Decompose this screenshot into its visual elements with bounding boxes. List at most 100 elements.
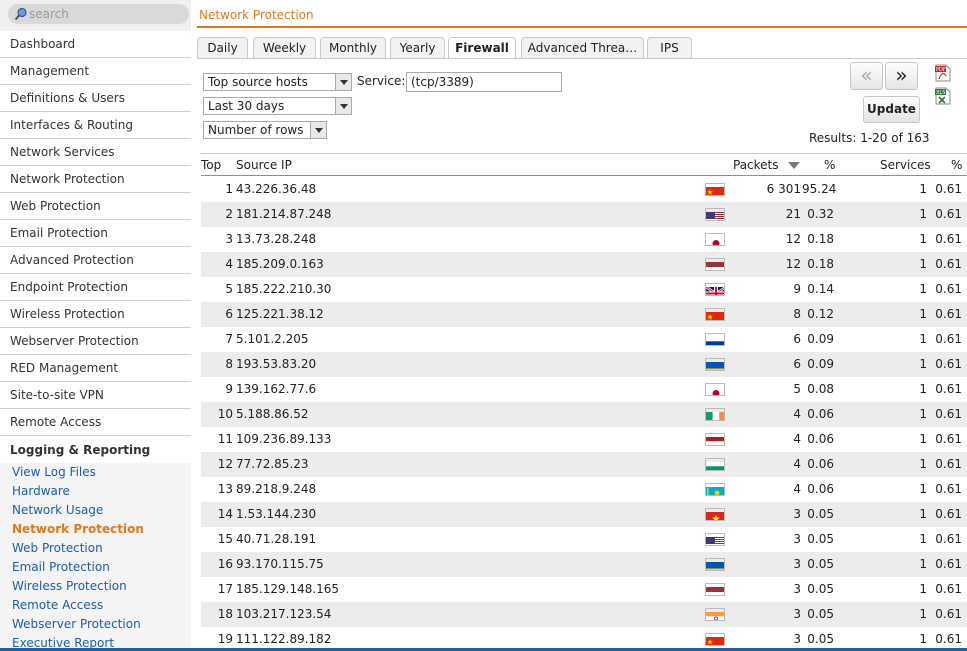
services-cell: 1 [919, 432, 927, 446]
table-row[interactable]: 1 43.226.36.48 6 301 95.24 1 0.61 [201, 177, 967, 202]
search-input[interactable]: search [8, 4, 189, 24]
source-ip-cell[interactable]: 13.73.28.248 [236, 227, 316, 252]
nav-item-web-protection[interactable]: Web Protection [0, 193, 191, 220]
table-row[interactable]: 3 13.73.28.248 12 0.18 1 0.61 [201, 227, 967, 252]
col-services[interactable]: Services [880, 158, 931, 172]
table-row[interactable]: 6 125.221.38.12 8 0.12 1 0.61 [201, 302, 967, 327]
submenu-item-network-protection[interactable]: Network Protection [0, 520, 191, 539]
source-ip-cell[interactable]: 5.188.86.52 [236, 402, 309, 427]
table-row[interactable]: 12 77.72.85.23 4 0.06 1 0.61 [201, 452, 967, 477]
nav-item-endpoint-protection[interactable]: Endpoint Protection [0, 274, 191, 301]
table-row[interactable]: 5 185.222.210.30 9 0.14 1 0.61 [201, 277, 967, 302]
source-ip-cell[interactable]: 193.53.83.20 [236, 352, 316, 377]
nav-item-red-management[interactable]: RED Management [0, 355, 191, 382]
source-ip-cell[interactable]: 43.226.36.48 [236, 177, 316, 202]
packets-cell: 8 [793, 307, 801, 321]
source-ip-cell[interactable]: 125.221.38.12 [236, 302, 324, 327]
nav-item-advanced-protection[interactable]: Advanced Protection [0, 247, 191, 274]
tab-divider [197, 58, 967, 59]
source-ip-cell[interactable]: 139.162.77.6 [236, 377, 316, 402]
submenu-item-webserver-protection[interactable]: Webserver Protection [0, 615, 191, 634]
packets-cell: 5 [793, 382, 801, 396]
nav-item-wireless-protection[interactable]: Wireless Protection [0, 301, 191, 328]
table-row[interactable]: 16 93.170.115.75 3 0.05 1 0.61 [201, 552, 967, 577]
nav-item-dashboard[interactable]: Dashboard [0, 31, 191, 58]
table-row[interactable]: 4 185.209.0.163 12 0.18 1 0.61 [201, 252, 967, 277]
submenu-item-hardware[interactable]: Hardware [0, 482, 191, 501]
nav-item-webserver-protection[interactable]: Webserver Protection [0, 328, 191, 355]
next-page-button[interactable]: » [885, 62, 918, 90]
time-range-value: Last 30 days [208, 99, 285, 113]
search-placeholder: search [29, 7, 69, 21]
table-row[interactable]: 9 139.162.77.6 5 0.08 1 0.61 [201, 377, 967, 402]
submenu-item-view-log-files[interactable]: View Log Files [0, 463, 191, 482]
report-select[interactable]: Top source hosts [203, 73, 352, 91]
nav-item-interfaces-and-routing[interactable]: Interfaces & Routing [0, 112, 191, 139]
packets-pct-cell: 0.09 [807, 357, 834, 371]
source-ip-cell[interactable]: 185.222.210.30 [236, 277, 331, 302]
col-source-ip[interactable]: Source IP [236, 158, 292, 172]
source-ip-cell[interactable]: 181.214.87.248 [236, 202, 331, 227]
tab-advanced-threa[interactable]: Advanced Threa… [521, 37, 644, 59]
source-ip-cell[interactable]: 89.218.9.248 [236, 477, 316, 502]
packets-pct-cell: 0.14 [807, 282, 834, 296]
source-ip-cell[interactable]: 93.170.115.75 [236, 552, 324, 577]
col-packets[interactable]: Packets [733, 158, 779, 172]
tab-ips[interactable]: IPS [647, 37, 692, 59]
submenu-item-email-protection[interactable]: Email Protection [0, 558, 191, 577]
tab-yearly[interactable]: Yearly [390, 37, 445, 59]
nav-item-remote-access[interactable]: Remote Access [0, 409, 191, 436]
search-icon [14, 7, 27, 21]
pdf-icon[interactable]: PDF [935, 64, 951, 82]
source-ip-cell[interactable]: 77.72.85.23 [236, 452, 309, 477]
submenu-item-wireless-protection[interactable]: Wireless Protection [0, 577, 191, 596]
table-row[interactable]: 2 181.214.87.248 21 0.32 1 0.61 [201, 202, 967, 227]
table-row[interactable]: 7 5.101.2.205 6 0.09 1 0.61 [201, 327, 967, 352]
service-input[interactable]: (tcp/3389) [406, 72, 562, 92]
nav-item-network-services[interactable]: Network Services [0, 139, 191, 166]
source-ip-cell[interactable]: 5.101.2.205 [236, 327, 309, 352]
nav-item-site-to-site-vpn[interactable]: Site-to-site VPN [0, 382, 191, 409]
tab-daily[interactable]: Daily [197, 37, 248, 59]
table-row[interactable]: 18 103.217.123.54 3 0.05 1 0.61 [201, 602, 967, 627]
service-label: Service: [357, 74, 406, 88]
packets-pct-cell: 0.12 [807, 307, 834, 321]
tab-firewall[interactable]: Firewall [448, 37, 516, 59]
chevron-down-icon [310, 122, 326, 138]
nav-item-management[interactable]: Management [0, 58, 191, 85]
services-cell: 1 [919, 582, 927, 596]
source-ip-cell[interactable]: 103.217.123.54 [236, 602, 331, 627]
table-row[interactable]: 15 40.71.28.191 3 0.05 1 0.61 [201, 527, 967, 552]
source-ip-cell[interactable]: 109.236.89.133 [236, 427, 331, 452]
tab-monthly[interactable]: Monthly [320, 37, 386, 59]
source-ip-cell[interactable]: 185.209.0.163 [236, 252, 324, 277]
source-ip-cell[interactable]: 1.53.144.230 [236, 502, 316, 527]
services-pct-cell: 0.61 [935, 507, 962, 521]
nav-section-logging-reporting[interactable]: Logging & Reporting [0, 436, 191, 463]
source-ip-cell[interactable]: 40.71.28.191 [236, 527, 316, 552]
nav-item-definitions-and-users[interactable]: Definitions & Users [0, 85, 191, 112]
prev-page-button[interactable]: « [850, 62, 883, 90]
time-range-select[interactable]: Last 30 days [203, 97, 352, 115]
col-packets-pct[interactable]: % [824, 158, 835, 172]
col-top[interactable]: Top [201, 158, 221, 172]
col-services-pct[interactable]: % [951, 158, 962, 172]
nav-item-network-protection[interactable]: Network Protection [0, 166, 191, 193]
table-row[interactable]: 11 109.236.89.133 4 0.06 1 0.61 [201, 427, 967, 452]
xls-icon[interactable]: XLS [935, 87, 951, 105]
submenu-item-remote-access[interactable]: Remote Access [0, 596, 191, 615]
table-row[interactable]: 14 1.53.144.230 3 0.05 1 0.61 [201, 502, 967, 527]
source-ip-cell[interactable]: 185.129.148.165 [236, 577, 339, 602]
tab-weekly[interactable]: Weekly [253, 37, 316, 59]
update-button[interactable]: Update [863, 96, 920, 123]
table-row[interactable]: 8 193.53.83.20 6 0.09 1 0.61 [201, 352, 967, 377]
nav-item-email-protection[interactable]: Email Protection [0, 220, 191, 247]
packets-cell: 3 [793, 607, 801, 621]
table-row[interactable]: 17 185.129.148.165 3 0.05 1 0.61 [201, 577, 967, 602]
table-row[interactable]: 10 5.188.86.52 4 0.06 1 0.61 [201, 402, 967, 427]
rows-select[interactable]: Number of rows [203, 121, 327, 139]
table-row[interactable]: 13 89.218.9.248 4 0.06 1 0.61 [201, 477, 967, 502]
submenu-item-web-protection[interactable]: Web Protection [0, 539, 191, 558]
services-pct-cell: 0.61 [935, 557, 962, 571]
submenu-item-network-usage[interactable]: Network Usage [0, 501, 191, 520]
